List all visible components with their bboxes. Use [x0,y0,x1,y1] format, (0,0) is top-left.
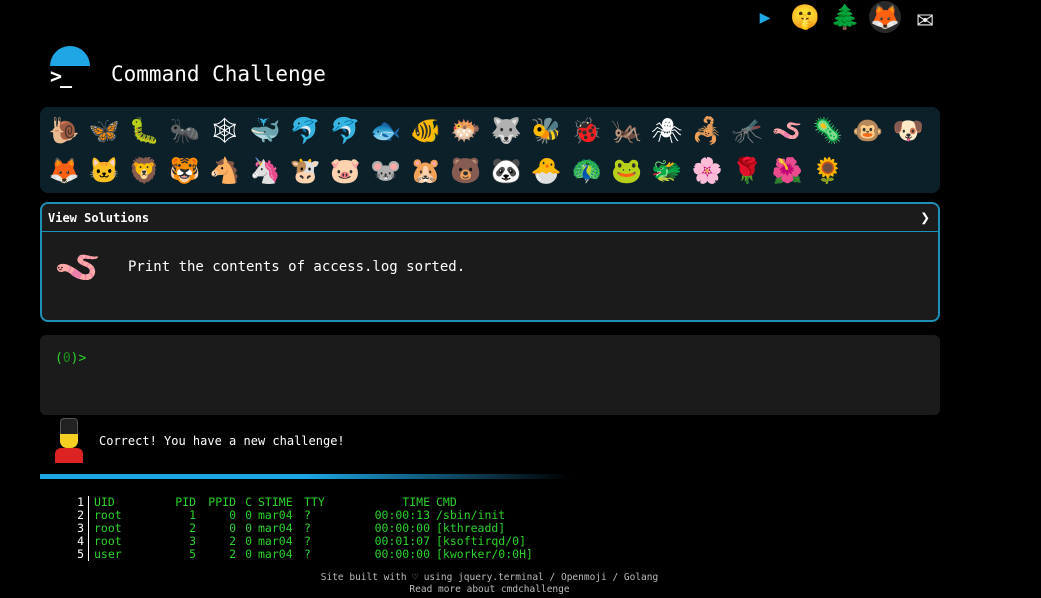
terminal-input[interactable]: (0)> [40,335,940,415]
challenge-emoji-icon[interactable]: 🐝 [526,110,566,150]
challenge-emoji-icon[interactable]: 🐟 [366,110,406,150]
challenge-emoji-icon[interactable]: 🐞 [566,110,606,150]
cell-uid: user [94,547,122,561]
cell-pid: 5 [189,547,196,561]
challenge-emoji-icon[interactable]: 🐳 [245,110,285,150]
worm-icon: 🪱 [54,245,102,289]
challenge-emoji-icon[interactable]: 🐹 [406,150,446,190]
challenge-emoji-icon[interactable]: 🐻 [446,150,486,190]
cell-time: 00:00:00 [374,547,430,561]
top-icon-bar: ▶ 🤫 🌲 🦊 ✉ [749,0,941,34]
challenge-emoji-icon[interactable]: 🐜 [165,110,205,150]
challenge-emoji-icon[interactable]: 🦋 [84,110,124,150]
col-tty-header: TTY [304,495,325,509]
feedback-text: Correct! You have a new challenge! [99,434,345,448]
challenge-emoji-icon[interactable]: 🐠 [406,110,446,150]
challenge-emoji-grid: 🐌 🦋 🐛 🐜 🕸 🐳 🐬 🐬 🐟 🐠 🐡 🐺 🐝 🐞 🦗 🕷 🦂 🦟 🪱 🦠 🐵 🐶 🦊 🐱 🦁 🐯 🐴 🦄 🐮 🐷 🐭 🐹 🐻 🐼 🐣 🦚 🐸 🐲 🌸 🌹… [40,107,940,193]
command-output: 1 UID PID PPID C STIME TTY TIME CMD 2 ro… [70,496,533,561]
challenge-emoji-icon[interactable]: 🕷 [647,110,687,150]
challenge-emoji-icon[interactable]: 🕸 [205,110,245,150]
terminal-logo-icon[interactable]: >_ [46,44,90,90]
terminal-logo-icon[interactable]: ▶ [749,1,781,33]
prompt-count: 0 [62,351,71,366]
guard-icon [52,418,88,464]
read-more-link[interactable]: Read more about cmdchallenge [409,584,569,595]
cell-tty: ? [304,508,311,522]
footer-credits: Site built with ♡ using jquery.terminal … [320,572,659,583]
progress-divider [40,474,570,479]
challenge-emoji-icon[interactable]: 🐸 [607,150,647,190]
cell-stime: mar04 [258,547,293,561]
page-title: Command Challenge [111,62,326,86]
logo-dome [50,46,90,66]
evergreen-tree-icon[interactable]: 🌲 [829,1,861,33]
challenge-emoji-icon[interactable]: 🐮 [285,150,325,190]
view-solutions-toggle[interactable]: View Solutions ❯ [42,204,938,232]
challenge-emoji-icon[interactable]: 🦟 [727,110,767,150]
challenge-emoji-icon[interactable]: 🐱 [84,150,124,190]
challenge-emoji-icon[interactable]: 🐵 [848,110,888,150]
challenge-emoji-icon[interactable]: 🐣 [526,150,566,190]
line-number: 5 [70,548,89,561]
challenge-description: Print the contents of access.log sorted. [128,259,466,275]
challenge-emoji-icon[interactable]: 🦂 [687,110,727,150]
page-footer: Site built with ♡ using jquery.terminal … [0,572,979,596]
challenge-emoji-icon[interactable]: 🌸 [687,150,727,190]
challenge-emoji-icon[interactable]: 🐷 [325,150,365,190]
gitlab-icon[interactable]: 🦊 [869,1,901,33]
challenge-emoji-icon[interactable]: 🌹 [727,150,767,190]
challenge-emoji-icon[interactable]: 🐡 [446,110,486,150]
challenge-emoji-icon[interactable]: 🐬 [285,110,325,150]
terminal-prompt: (0)> [55,351,87,366]
challenge-emoji-icon[interactable]: 🌻 [808,150,848,190]
cell-ppid: 2 [229,547,236,561]
envelope-icon[interactable]: ✉ [909,1,941,34]
page-header: >_ Command Challenge [46,44,326,90]
challenge-emoji-icon[interactable]: 🐬 [325,110,365,150]
challenge-emoji-icon[interactable]: 🐭 [366,150,406,190]
challenge-emoji-icon[interactable]: 🦄 [245,150,285,190]
challenge-emoji-icon[interactable]: 🐼 [486,150,526,190]
challenge-emoji-icon[interactable]: 🌺 [767,150,807,190]
challenge-emoji-icon[interactable]: 🐺 [486,110,526,150]
challenge-emoji-icon[interactable]: 🦠 [808,110,848,150]
view-solutions-label: View Solutions [48,210,150,225]
challenge-emoji-icon[interactable]: 🐌 [44,110,84,150]
challenge-emoji-icon[interactable]: 🦗 [607,110,647,150]
chevron-right-icon[interactable]: ❯ [920,208,930,227]
challenge-emoji-icon[interactable]: 🐲 [647,150,687,190]
cell-tty: ? [304,521,311,535]
challenge-emoji-icon[interactable]: 🦊 [44,150,84,190]
feedback-message: Correct! You have a new challenge! [52,418,345,464]
challenge-emoji-icon[interactable]: 🪱 [767,110,807,150]
cell-cmd: [kworker/0:0H] [436,547,533,561]
challenge-panel: View Solutions ❯ 🪱 Print the contents of… [40,202,940,322]
challenge-emoji-icon[interactable]: 🦁 [124,150,164,190]
challenge-emoji-icon[interactable]: 🐶 [888,110,928,150]
shushing-face-icon[interactable]: 🤫 [789,1,821,33]
challenge-emoji-icon[interactable]: 🐴 [205,150,245,190]
logo-prompt: >_ [50,64,72,88]
challenge-emoji-icon[interactable]: 🦚 [566,150,606,190]
challenge-emoji-icon[interactable]: 🐯 [165,150,205,190]
cell-tty: ? [304,534,311,548]
challenge-emoji-icon[interactable]: 🐛 [124,110,164,150]
challenge-body: 🪱 Print the contents of access.log sorte… [42,232,938,302]
cell-tty: ? [304,547,311,561]
output-row: 5 user 5 2 0 mar04 ? 00:00:00 [kworker/0… [70,548,533,561]
cell-c: 0 [245,547,252,561]
